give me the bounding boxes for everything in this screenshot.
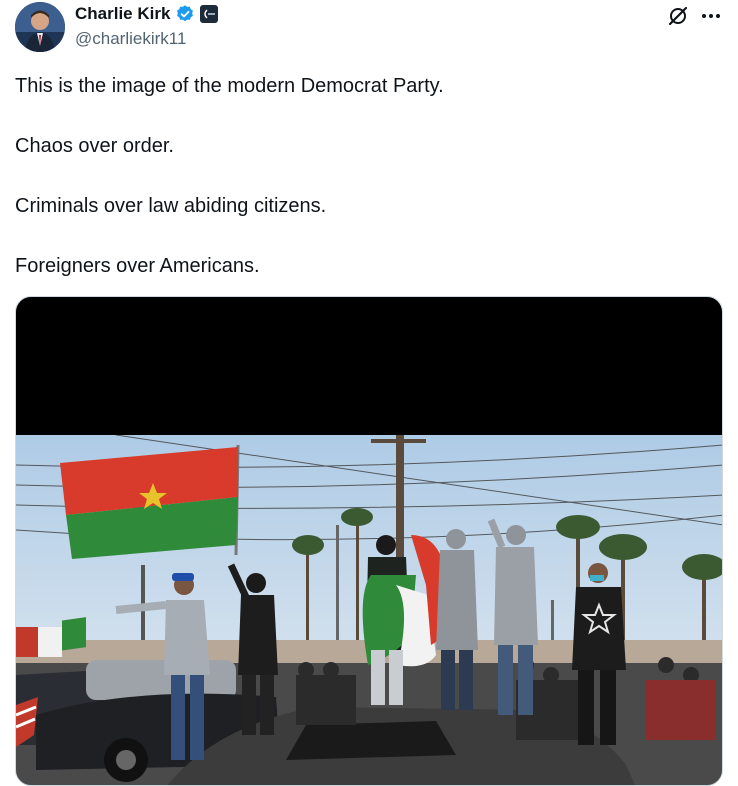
affiliation-badge-icon[interactable]: [200, 5, 219, 23]
tweet-line: Criminals over law abiding citizens.: [15, 195, 327, 217]
avatar[interactable]: [15, 2, 65, 52]
tweet-header: Charlie Kirk @charliekirk11: [0, 0, 738, 60]
tweet-text: This is the image of the modern Democrat…: [15, 72, 715, 312]
grok-icon[interactable]: [666, 4, 690, 28]
more-options-icon[interactable]: [698, 4, 724, 28]
author-display-name[interactable]: Charlie Kirk: [75, 4, 170, 24]
protest-photo[interactable]: [16, 435, 723, 786]
verified-badge-icon: [175, 4, 195, 24]
tweet-media[interactable]: [15, 296, 723, 786]
tweet-line: This is the image of the modern Democrat…: [15, 75, 444, 97]
tweet-line: Foreigners over Americans.: [15, 255, 260, 277]
author-handle[interactable]: @charliekirk11: [75, 29, 186, 49]
tweet-line: Chaos over order.: [15, 135, 174, 157]
